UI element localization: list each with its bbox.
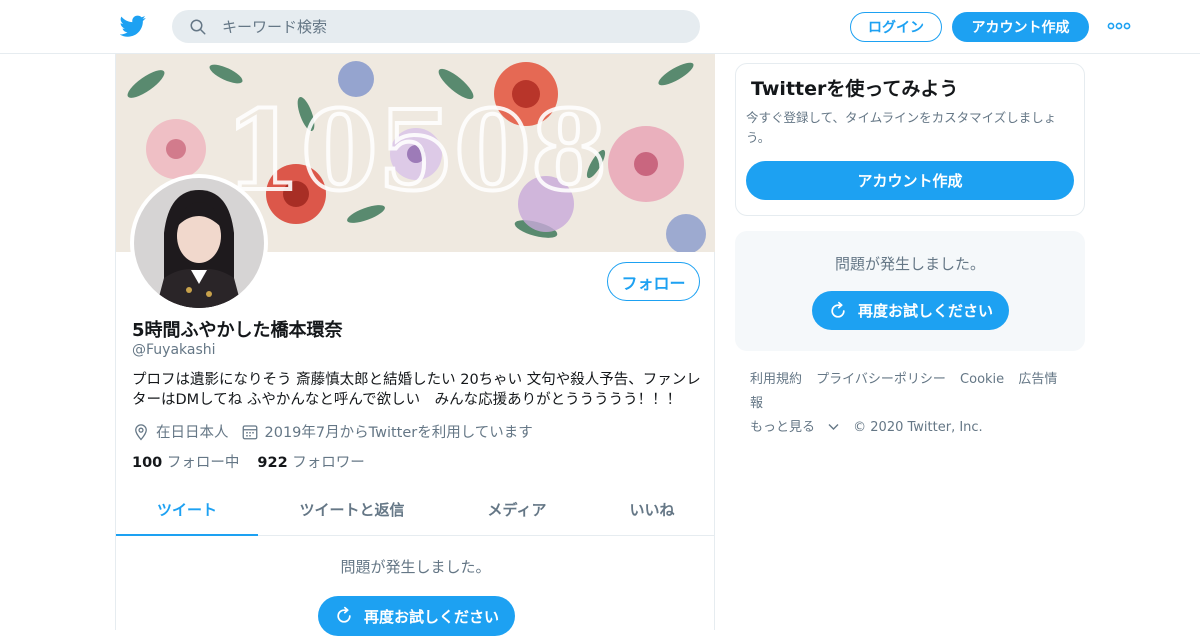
search-input[interactable] <box>222 10 682 43</box>
followers-label: フォロワー <box>292 455 365 471</box>
footer-link-terms[interactable]: 利用規約 <box>750 372 802 387</box>
timeline-retry-label: 再度お試しください <box>363 607 499 626</box>
footer-link-privacy[interactable]: プライバシーポリシー <box>816 372 946 387</box>
profile-column: 10508 フォロー 5時間ふやかした橋本環奈 @Fuyakashi プロフは遺… <box>115 54 715 636</box>
profile-bio: プロフは遺影になりそう 斎藤慎太郎と結婚したい 20ちゃい 文句や殺人予告、ファ… <box>132 372 701 408</box>
tab-likes[interactable]: いいね <box>606 486 698 536</box>
signup-card-button[interactable]: アカウント作成 <box>746 161 1074 200</box>
more-icon[interactable] <box>1107 22 1131 30</box>
followers-link[interactable]: 922 フォロワー <box>257 455 364 471</box>
signup-card-title: Twitterを使ってみよう <box>751 78 959 100</box>
sidebar-error-box: 問題が発生しました。 再度お試しください <box>735 231 1085 351</box>
profile-tabs: ツイート ツイートと返信 メディア いいね <box>116 486 715 536</box>
profile-location: 在日日本人 <box>156 425 229 441</box>
timeline-retry-button[interactable]: 再度お試しください <box>318 596 515 636</box>
following-count: 100 <box>132 455 163 471</box>
footer-links: 利用規約 プライバシーポリシー Cookie 広告情報 もっと見る © 2020… <box>750 368 1080 440</box>
signup-card-text: 今すぐ登録して、タイムラインをカスタマイズしましょう。 <box>746 110 1057 145</box>
sidebar-retry-label: 再度お試しください <box>857 302 993 320</box>
search-box[interactable] <box>172 10 700 43</box>
following-link[interactable]: 100 フォロー中 <box>132 455 239 471</box>
chevron-down-icon <box>828 424 839 430</box>
twitter-logo-icon[interactable] <box>120 13 146 39</box>
profile-display-name: 5時間ふやかした橋本環奈 <box>132 320 343 341</box>
signup-button[interactable]: アカウント作成 <box>952 12 1089 42</box>
refresh-icon <box>831 301 845 318</box>
signup-card: Twitterを使ってみよう 今すぐ登録して、タイムラインをカスタマイズしましょ… <box>735 63 1085 216</box>
sidebar-retry-button[interactable]: 再度お試しください <box>812 291 1009 330</box>
avatar-image <box>134 178 264 308</box>
followers-count: 922 <box>257 455 288 471</box>
profile-meta: 在日日本人 2019年7月からTwitterを利用しています <box>132 421 533 442</box>
location-icon <box>135 423 147 440</box>
login-button[interactable]: ログイン <box>850 12 942 42</box>
sidebar-error-message: 問題が発生しました。 <box>834 255 985 273</box>
footer-more-link[interactable]: もっと見る <box>750 420 839 435</box>
footer-link-cookie[interactable]: Cookie <box>960 372 1004 387</box>
footer-copyright: © 2020 Twitter, Inc. <box>853 420 983 435</box>
follow-button[interactable]: フォロー <box>607 262 700 301</box>
timeline-error-message: 問題が発生しました。 <box>340 558 491 576</box>
tab-tweets-and-replies[interactable]: ツイートと返信 <box>276 486 428 536</box>
top-navigation: ログイン アカウント作成 <box>0 0 1200 54</box>
profile-handle: @Fuyakashi <box>132 342 216 358</box>
profile-joined-date: 2019年7月からTwitterを利用しています <box>264 425 533 441</box>
refresh-icon <box>337 606 351 623</box>
following-label: フォロー中 <box>166 455 240 471</box>
footer-more-label: もっと見る <box>750 420 816 435</box>
calendar-icon <box>242 424 257 439</box>
profile-avatar[interactable] <box>130 174 268 312</box>
profile-stats: 100 フォロー中 922 フォロワー <box>132 451 365 472</box>
tab-media[interactable]: メディア <box>461 486 573 536</box>
tab-tweets[interactable]: ツイート <box>116 486 258 536</box>
banner-number: 10508 <box>225 86 608 215</box>
search-icon <box>190 19 206 35</box>
